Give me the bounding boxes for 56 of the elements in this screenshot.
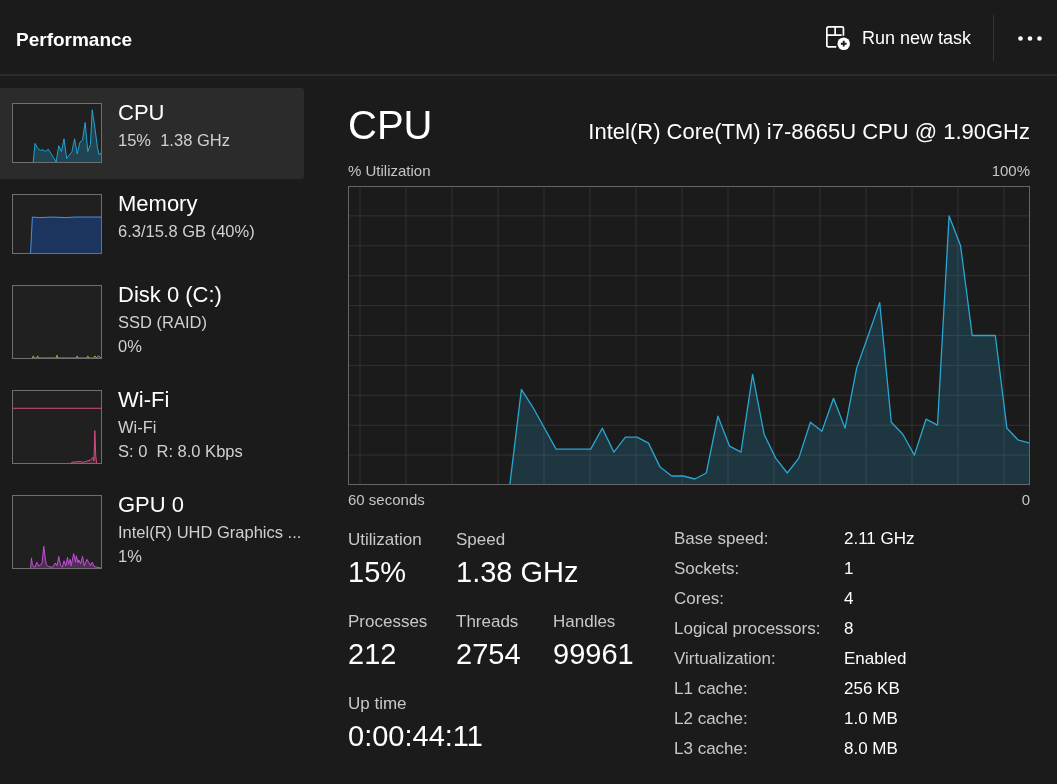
spec-value: 1.0 MB (844, 708, 898, 730)
resource-detail: SSD (RAID) (118, 312, 207, 333)
page-title: Performance (16, 28, 133, 52)
resource-detail: 0% (118, 336, 142, 357)
stat-value: 99961 (553, 637, 634, 672)
spec-label: L3 cache: (674, 738, 748, 760)
spec-label: L1 cache: (674, 678, 748, 700)
resource-item[interactable]: CPU 15% 1.38 GHz (0, 88, 304, 179)
resource-detail: S: 0 R: 8.0 Kbps (118, 441, 243, 462)
spec-label: L2 cache: (674, 708, 748, 730)
resource-detail: 15% 1.38 GHz (118, 130, 230, 151)
processor-model: Intel(R) Core(TM) i7-8665U CPU @ 1.90GHz (588, 118, 1030, 146)
spec-label: Virtualization: (674, 648, 776, 670)
spec-value: 8.0 MB (844, 738, 898, 760)
spec-label: Sockets: (674, 558, 740, 580)
run-new-task-button[interactable]: Run new task (815, 20, 981, 56)
spec-value: 8 (844, 618, 854, 640)
spec-value: 1 (844, 558, 854, 580)
stat-value: 1.38 GHz (456, 555, 579, 590)
resource-item[interactable]: Memory 6.3/15.8 GB (40%) (0, 179, 304, 270)
resource-item[interactable]: Wi-Fi Wi-Fi S: 0 R: 8.0 Kbps (0, 375, 304, 480)
spec-value: 4 (844, 588, 854, 610)
resource-name: GPU 0 (118, 491, 185, 519)
graph-time-label: 60 seconds (348, 490, 425, 510)
resource-detail: 1% (118, 546, 142, 567)
add-task-icon (825, 26, 850, 50)
resource-name: Wi-Fi (118, 386, 170, 414)
spec-value: Enabled (844, 648, 907, 670)
more-icon (1018, 35, 1042, 41)
spec-value: 256 KB (844, 678, 900, 700)
stat-value: 2754 (456, 637, 521, 672)
graph-title: % Utilization (348, 161, 431, 181)
spec-value: 2.11 GHz (844, 528, 915, 550)
resource-name: Disk 0 (C:) (118, 281, 222, 309)
stat-value: 212 (348, 637, 397, 672)
spec-label: Cores: (674, 588, 725, 610)
spec-label: Logical processors: (674, 618, 821, 640)
resource-detail: Wi-Fi (118, 417, 157, 438)
stat-label: Utilization (348, 529, 422, 551)
stat-label: Speed (456, 529, 506, 551)
graph-time-label: 0 (1021, 490, 1030, 510)
stat-value: 0:00:44:11 (348, 719, 483, 754)
resource-detail: 6.3/15.8 GB (40%) (118, 221, 255, 242)
resource-title: CPU (348, 102, 433, 149)
resource-name: CPU (118, 99, 165, 127)
spec-label: Base speed: (674, 528, 769, 550)
stat-label: Up time (348, 693, 407, 715)
stat-label: Processes (348, 611, 428, 633)
resource-item[interactable]: GPU 0 Intel(R) UHD Graphics ... 1% (0, 480, 304, 585)
resource-name: Memory (118, 190, 198, 218)
stat-label: Handles (553, 611, 616, 633)
graph-scale-label: 100% (991, 161, 1030, 181)
resource-detail: Intel(R) UHD Graphics ... (118, 522, 302, 543)
resource-item[interactable]: Disk 0 (C:) SSD (RAID) 0% (0, 270, 304, 375)
stat-label: Threads (456, 611, 519, 633)
stat-value: 15% (348, 555, 407, 590)
